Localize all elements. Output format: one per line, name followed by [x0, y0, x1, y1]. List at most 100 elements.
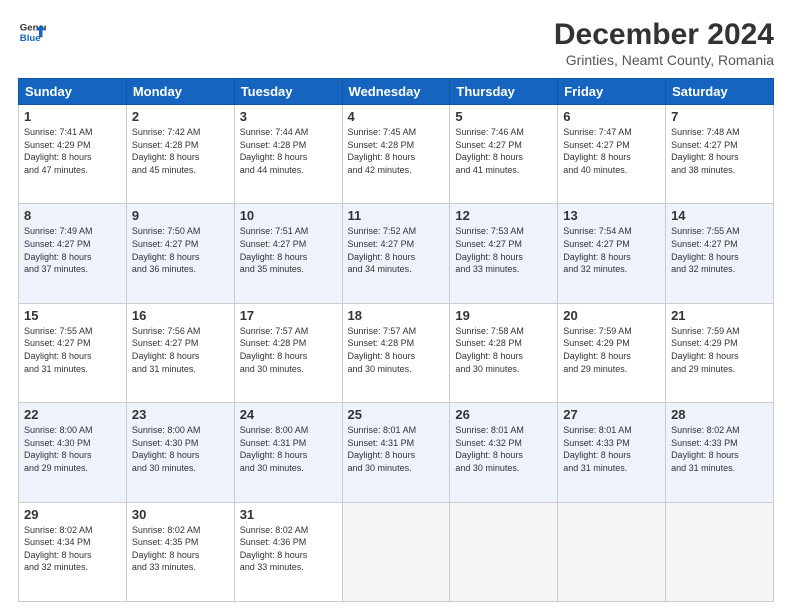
calendar-week-row: 1 Sunrise: 7:41 AM Sunset: 4:29 PM Daylig…	[19, 105, 774, 204]
day-number: 19	[455, 308, 552, 323]
table-row: 18Sunrise: 7:57 AM Sunset: 4:28 PM Dayli…	[342, 303, 450, 402]
day-info: Sunrise: 7:59 AM Sunset: 4:29 PM Dayligh…	[563, 325, 660, 375]
day-info: Sunrise: 7:59 AM Sunset: 4:29 PM Dayligh…	[671, 325, 768, 375]
calendar-week-row: 29 Sunrise: 8:02 AM Sunset: 4:34 PM Dayli…	[19, 502, 774, 601]
day-number: 29	[24, 507, 121, 522]
day-info: Sunrise: 8:01 AM Sunset: 4:33 PM Dayligh…	[563, 424, 660, 474]
table-row: 6 Sunrise: 7:47 AM Sunset: 4:27 PM Daylig…	[558, 105, 666, 204]
main-title: December 2024	[554, 18, 774, 52]
day-number: 21	[671, 308, 768, 323]
day-info: Sunrise: 7:41 AM Sunset: 4:29 PM Dayligh…	[24, 126, 121, 176]
col-saturday: Saturday	[666, 79, 774, 105]
day-info: Sunrise: 8:02 AM Sunset: 4:35 PM Dayligh…	[132, 524, 229, 574]
day-info: Sunrise: 7:53 AM Sunset: 4:27 PM Dayligh…	[455, 225, 552, 275]
table-row: 10 Sunrise: 7:51 AM Sunset: 4:27 PM Dayli…	[234, 204, 342, 303]
logo: General Blue	[18, 18, 46, 46]
day-number: 20	[563, 308, 660, 323]
col-monday: Monday	[126, 79, 234, 105]
day-info: Sunrise: 7:57 AM Sunset: 4:28 PM Dayligh…	[240, 325, 337, 375]
day-number: 25	[348, 407, 445, 422]
table-row: 24Sunrise: 8:00 AM Sunset: 4:31 PM Dayli…	[234, 403, 342, 502]
table-row	[450, 502, 558, 601]
day-info: Sunrise: 8:02 AM Sunset: 4:33 PM Dayligh…	[671, 424, 768, 474]
table-row: 25 Sunrise: 8:01 AM Sunset: 4:31 PM Dayli…	[342, 403, 450, 502]
day-info: Sunrise: 7:48 AM Sunset: 4:27 PM Dayligh…	[671, 126, 768, 176]
table-row: 19 Sunrise: 7:58 AM Sunset: 4:28 PM Dayli…	[450, 303, 558, 402]
table-row: 9 Sunrise: 7:50 AM Sunset: 4:27 PM Daylig…	[126, 204, 234, 303]
day-number: 12	[455, 208, 552, 223]
day-number: 3	[240, 109, 337, 124]
table-row	[342, 502, 450, 601]
table-row: 28 Sunrise: 8:02 AM Sunset: 4:33 PM Dayli…	[666, 403, 774, 502]
day-number: 30	[132, 507, 229, 522]
day-number: 23	[132, 407, 229, 422]
day-info: Sunrise: 7:54 AM Sunset: 4:27 PM Dayligh…	[563, 225, 660, 275]
day-info: Sunrise: 7:55 AM Sunset: 4:27 PM Dayligh…	[24, 325, 121, 375]
day-info: Sunrise: 7:42 AM Sunset: 4:28 PM Dayligh…	[132, 126, 229, 176]
day-info: Sunrise: 8:01 AM Sunset: 4:32 PM Dayligh…	[455, 424, 552, 474]
table-row: 11Sunrise: 7:52 AM Sunset: 4:27 PM Dayli…	[342, 204, 450, 303]
day-number: 28	[671, 407, 768, 422]
col-wednesday: Wednesday	[342, 79, 450, 105]
day-number: 27	[563, 407, 660, 422]
table-row	[666, 502, 774, 601]
table-row: 3 Sunrise: 7:44 AM Sunset: 4:28 PM Daylig…	[234, 105, 342, 204]
day-number: 1	[24, 109, 121, 124]
day-number: 6	[563, 109, 660, 124]
table-row: 8Sunrise: 7:49 AM Sunset: 4:27 PM Daylig…	[19, 204, 127, 303]
table-row: 29 Sunrise: 8:02 AM Sunset: 4:34 PM Dayli…	[19, 502, 127, 601]
calendar-page: General Blue December 2024 Grinties, Nea…	[0, 0, 792, 612]
day-number: 7	[671, 109, 768, 124]
day-info: Sunrise: 7:50 AM Sunset: 4:27 PM Dayligh…	[132, 225, 229, 275]
col-tuesday: Tuesday	[234, 79, 342, 105]
table-row: 12 Sunrise: 7:53 AM Sunset: 4:27 PM Dayli…	[450, 204, 558, 303]
table-row: 16 Sunrise: 7:56 AM Sunset: 4:27 PM Dayli…	[126, 303, 234, 402]
day-number: 24	[240, 407, 337, 422]
day-number: 11	[348, 208, 445, 223]
day-number: 5	[455, 109, 552, 124]
table-row: 5 Sunrise: 7:46 AM Sunset: 4:27 PM Daylig…	[450, 105, 558, 204]
day-info: Sunrise: 8:01 AM Sunset: 4:31 PM Dayligh…	[348, 424, 445, 474]
table-row: 21 Sunrise: 7:59 AM Sunset: 4:29 PM Dayli…	[666, 303, 774, 402]
day-info: Sunrise: 7:45 AM Sunset: 4:28 PM Dayligh…	[348, 126, 445, 176]
calendar-week-row: 15 Sunrise: 7:55 AM Sunset: 4:27 PM Dayli…	[19, 303, 774, 402]
day-info: Sunrise: 7:47 AM Sunset: 4:27 PM Dayligh…	[563, 126, 660, 176]
day-number: 17	[240, 308, 337, 323]
calendar-week-row: 22Sunrise: 8:00 AM Sunset: 4:30 PM Dayli…	[19, 403, 774, 502]
title-block: December 2024 Grinties, Neamt County, Ro…	[554, 18, 774, 68]
col-friday: Friday	[558, 79, 666, 105]
table-row: 23 Sunrise: 8:00 AM Sunset: 4:30 PM Dayli…	[126, 403, 234, 502]
col-sunday: Sunday	[19, 79, 127, 105]
day-number: 31	[240, 507, 337, 522]
calendar-week-row: 8Sunrise: 7:49 AM Sunset: 4:27 PM Daylig…	[19, 204, 774, 303]
table-row: 30 Sunrise: 8:02 AM Sunset: 4:35 PM Dayli…	[126, 502, 234, 601]
day-number: 10	[240, 208, 337, 223]
day-number: 15	[24, 308, 121, 323]
day-info: Sunrise: 7:44 AM Sunset: 4:28 PM Dayligh…	[240, 126, 337, 176]
day-number: 9	[132, 208, 229, 223]
day-info: Sunrise: 7:51 AM Sunset: 4:27 PM Dayligh…	[240, 225, 337, 275]
col-thursday: Thursday	[450, 79, 558, 105]
day-info: Sunrise: 7:55 AM Sunset: 4:27 PM Dayligh…	[671, 225, 768, 275]
table-row: 27 Sunrise: 8:01 AM Sunset: 4:33 PM Dayli…	[558, 403, 666, 502]
table-row: 4Sunrise: 7:45 AM Sunset: 4:28 PM Daylig…	[342, 105, 450, 204]
day-number: 2	[132, 109, 229, 124]
day-info: Sunrise: 7:58 AM Sunset: 4:28 PM Dayligh…	[455, 325, 552, 375]
day-number: 18	[348, 308, 445, 323]
day-number: 13	[563, 208, 660, 223]
day-info: Sunrise: 8:02 AM Sunset: 4:36 PM Dayligh…	[240, 524, 337, 574]
table-row: 22Sunrise: 8:00 AM Sunset: 4:30 PM Dayli…	[19, 403, 127, 502]
svg-text:Blue: Blue	[20, 33, 41, 44]
day-info: Sunrise: 8:02 AM Sunset: 4:34 PM Dayligh…	[24, 524, 121, 574]
table-row: 2 Sunrise: 7:42 AM Sunset: 4:28 PM Daylig…	[126, 105, 234, 204]
day-info: Sunrise: 8:00 AM Sunset: 4:30 PM Dayligh…	[132, 424, 229, 474]
logo-icon: General Blue	[18, 18, 46, 46]
table-row: 31 Sunrise: 8:02 AM Sunset: 4:36 PM Dayli…	[234, 502, 342, 601]
header: General Blue December 2024 Grinties, Nea…	[18, 18, 774, 68]
header-row: Sunday Monday Tuesday Wednesday Thursday…	[19, 79, 774, 105]
table-row: 13 Sunrise: 7:54 AM Sunset: 4:27 PM Dayli…	[558, 204, 666, 303]
day-number: 16	[132, 308, 229, 323]
table-row: 1 Sunrise: 7:41 AM Sunset: 4:29 PM Daylig…	[19, 105, 127, 204]
day-info: Sunrise: 7:46 AM Sunset: 4:27 PM Dayligh…	[455, 126, 552, 176]
day-info: Sunrise: 7:56 AM Sunset: 4:27 PM Dayligh…	[132, 325, 229, 375]
